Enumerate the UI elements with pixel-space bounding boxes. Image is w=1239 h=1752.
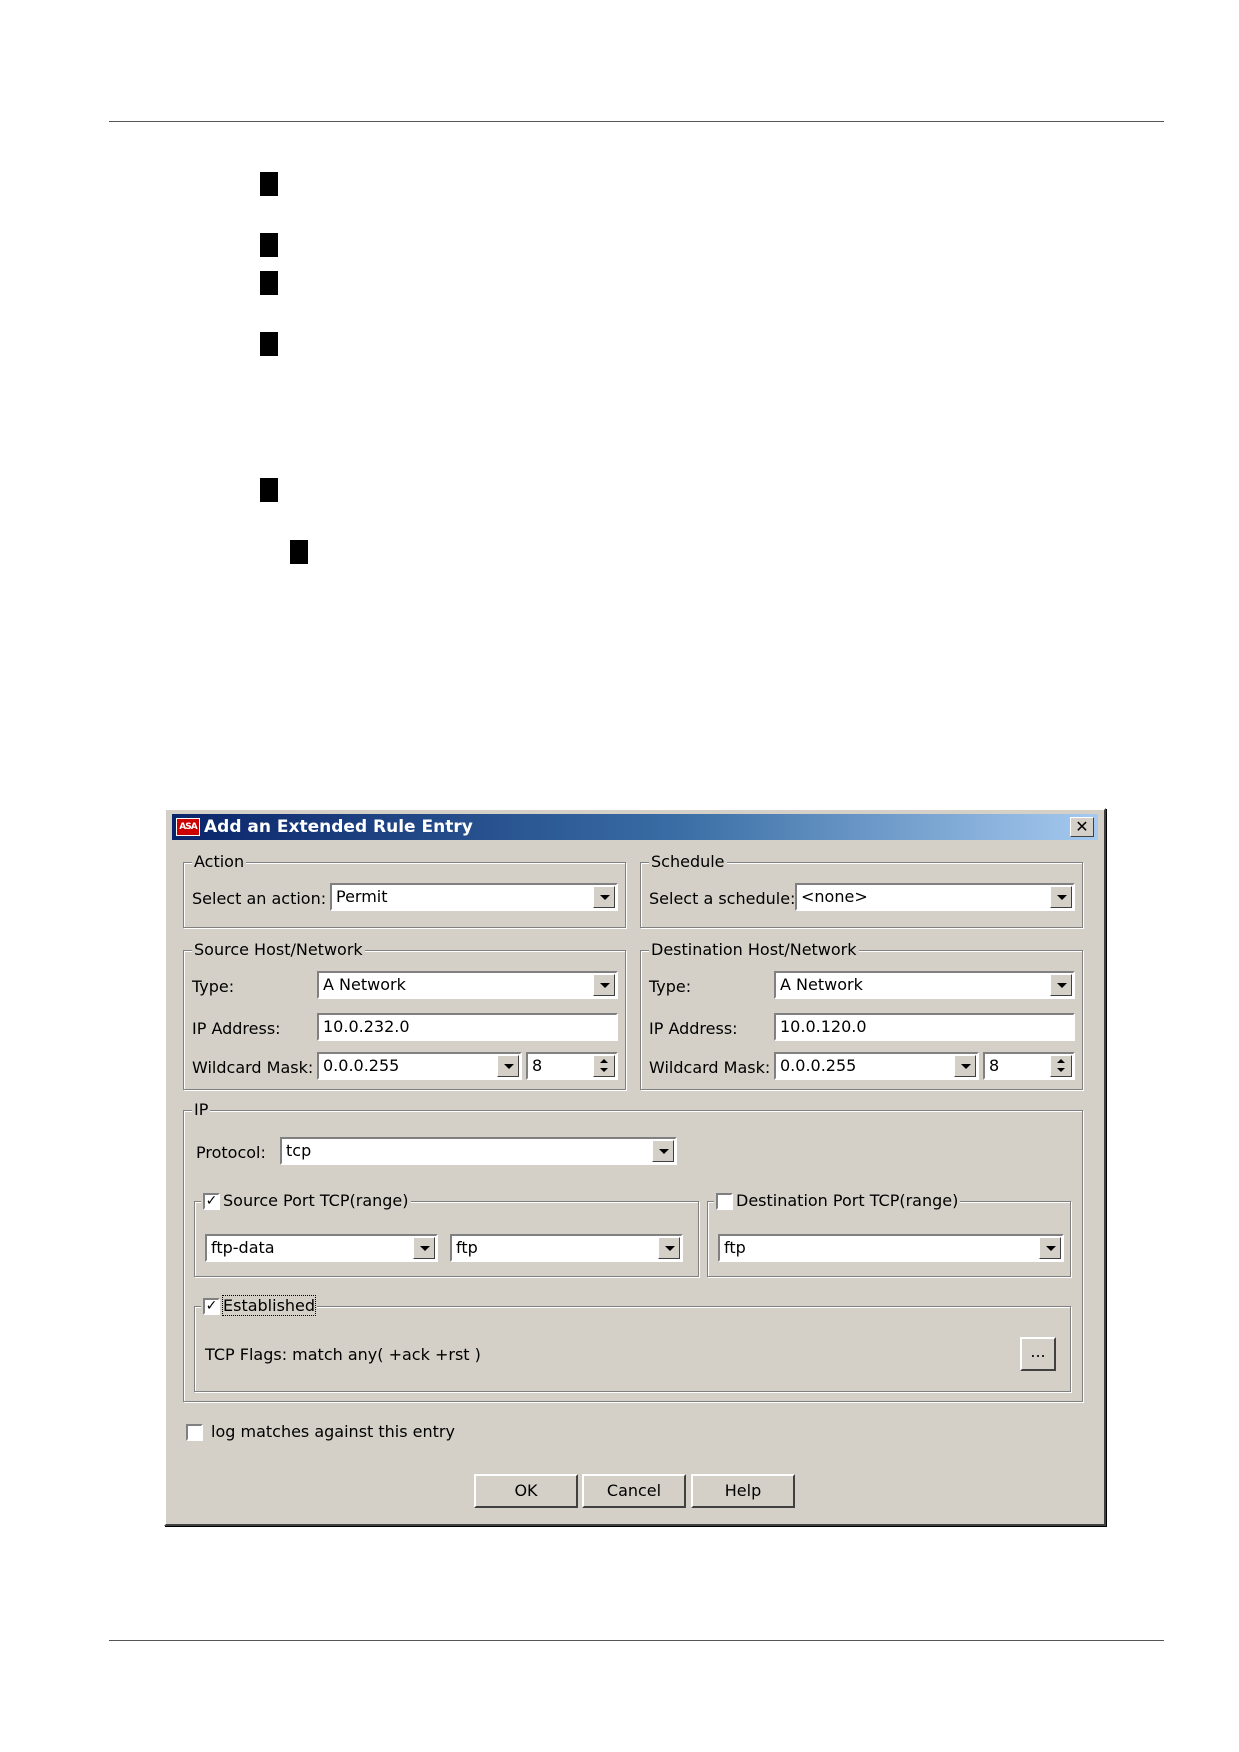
schedule-value: <none> bbox=[801, 887, 868, 906]
action-select[interactable]: Permit bbox=[330, 883, 618, 911]
established-checkbox[interactable]: ✓ bbox=[203, 1298, 220, 1315]
source-type-label: Type: bbox=[192, 977, 235, 996]
source-ip-input[interactable]: 10.0.232.0 bbox=[317, 1013, 618, 1041]
destination-port-group: Destination Port TCP(range) ftp bbox=[707, 1191, 1071, 1277]
destination-ip-label: IP Address: bbox=[649, 1019, 738, 1038]
source-port-from-select[interactable]: ftp-data bbox=[205, 1234, 438, 1262]
destination-legend: Destination Host/Network bbox=[649, 940, 859, 959]
dialog-title: Add an Extended Rule Entry bbox=[204, 817, 473, 837]
ip-group: IP Protocol: tcp ✓ Source Port TCP(range… bbox=[183, 1100, 1083, 1402]
footer-rule bbox=[109, 1640, 1164, 1641]
source-port-legend: ✓ Source Port TCP(range) bbox=[201, 1191, 411, 1210]
destination-type-value: A Network bbox=[780, 975, 863, 994]
destination-port-checkbox[interactable] bbox=[716, 1193, 733, 1210]
source-mask-label: Wildcard Mask: bbox=[192, 1058, 314, 1077]
action-group: Action Select an action: Permit bbox=[183, 852, 626, 928]
source-type-value: A Network bbox=[323, 975, 406, 994]
chevron-down-icon[interactable] bbox=[593, 974, 615, 996]
source-legend: Source Host/Network bbox=[192, 940, 365, 959]
destination-group: Destination Host/Network Type: A Network… bbox=[640, 940, 1083, 1090]
action-value: Permit bbox=[336, 887, 388, 906]
tcp-flags-text: TCP Flags: match any( +ack +rst ) bbox=[205, 1345, 481, 1364]
source-ip-label: IP Address: bbox=[192, 1019, 281, 1038]
title-bar[interactable]: ASA Add an Extended Rule Entry ✕ bbox=[172, 814, 1098, 840]
protocol-value: tcp bbox=[286, 1141, 312, 1160]
destination-ip-input[interactable]: 10.0.120.0 bbox=[774, 1013, 1075, 1041]
bullet-marker bbox=[260, 271, 278, 295]
header-rule bbox=[109, 121, 1164, 122]
bullet-marker bbox=[260, 478, 278, 502]
source-port-to-select[interactable]: ftp bbox=[450, 1234, 683, 1262]
source-group: Source Host/Network Type: A Network IP A… bbox=[183, 940, 626, 1090]
source-bits-spinner[interactable]: 8 bbox=[526, 1052, 618, 1080]
spinner-arrows-icon[interactable] bbox=[593, 1055, 615, 1077]
app-icon: ASA bbox=[176, 818, 200, 836]
destination-port-legend: Destination Port TCP(range) bbox=[714, 1191, 961, 1210]
destination-port-label: Destination Port TCP(range) bbox=[736, 1191, 959, 1210]
schedule-legend: Schedule bbox=[649, 852, 727, 871]
chevron-down-icon[interactable] bbox=[497, 1055, 519, 1077]
ok-button[interactable]: OK bbox=[474, 1474, 578, 1508]
destination-mask-value: 0.0.0.255 bbox=[780, 1056, 857, 1075]
destination-mask-select[interactable]: 0.0.0.255 bbox=[774, 1052, 979, 1080]
established-legend: ✓ Established bbox=[201, 1295, 318, 1316]
chevron-down-icon[interactable] bbox=[1050, 886, 1072, 908]
chevron-down-icon[interactable] bbox=[1039, 1237, 1061, 1259]
schedule-label: Select a schedule: bbox=[649, 889, 796, 908]
chevron-down-icon[interactable] bbox=[658, 1237, 680, 1259]
destination-type-select[interactable]: A Network bbox=[774, 971, 1075, 999]
chevron-down-icon[interactable] bbox=[413, 1237, 435, 1259]
chevron-down-icon[interactable] bbox=[1050, 974, 1072, 996]
established-label: Established bbox=[221, 1295, 317, 1316]
log-label: log matches against this entry bbox=[211, 1422, 455, 1441]
source-port-from-value: ftp-data bbox=[211, 1238, 275, 1257]
bullet-marker bbox=[290, 540, 308, 564]
source-port-group: ✓ Source Port TCP(range) ftp-data ftp bbox=[194, 1191, 699, 1277]
source-mask-select[interactable]: 0.0.0.255 bbox=[317, 1052, 522, 1080]
help-button[interactable]: Help bbox=[691, 1474, 795, 1508]
destination-bits-value: 8 bbox=[989, 1056, 1000, 1075]
source-port-to-value: ftp bbox=[456, 1238, 478, 1257]
chevron-down-icon[interactable] bbox=[954, 1055, 976, 1077]
extended-rule-dialog: ASA Add an Extended Rule Entry ✕ Action … bbox=[164, 808, 1106, 1526]
ip-legend: IP bbox=[192, 1100, 211, 1119]
chevron-down-icon[interactable] bbox=[652, 1140, 674, 1162]
schedule-group: Schedule Select a schedule: <none> bbox=[640, 852, 1083, 928]
schedule-select[interactable]: <none> bbox=[795, 883, 1075, 911]
source-port-label: Source Port TCP(range) bbox=[223, 1191, 409, 1210]
bullet-marker bbox=[260, 172, 278, 196]
established-group: ✓ Established TCP Flags: match any( +ack… bbox=[194, 1295, 1071, 1392]
protocol-label: Protocol: bbox=[196, 1143, 266, 1162]
action-label: Select an action: bbox=[192, 889, 327, 908]
close-button[interactable]: ✕ bbox=[1070, 817, 1094, 837]
bullet-marker bbox=[260, 233, 278, 257]
log-checkbox[interactable] bbox=[186, 1424, 203, 1441]
destination-mask-label: Wildcard Mask: bbox=[649, 1058, 771, 1077]
source-bits-value: 8 bbox=[532, 1056, 543, 1075]
cancel-button[interactable]: Cancel bbox=[582, 1474, 686, 1508]
destination-port-value: ftp bbox=[724, 1238, 746, 1257]
bullet-marker bbox=[260, 332, 278, 356]
destination-type-label: Type: bbox=[649, 977, 692, 996]
source-port-checkbox[interactable]: ✓ bbox=[203, 1193, 220, 1210]
source-mask-value: 0.0.0.255 bbox=[323, 1056, 400, 1075]
source-type-select[interactable]: A Network bbox=[317, 971, 618, 999]
spinner-arrows-icon[interactable] bbox=[1050, 1055, 1072, 1077]
action-legend: Action bbox=[192, 852, 247, 871]
destination-port-select[interactable]: ftp bbox=[718, 1234, 1064, 1262]
tcp-flags-button[interactable]: ... bbox=[1020, 1337, 1056, 1371]
chevron-down-icon[interactable] bbox=[593, 886, 615, 908]
destination-bits-spinner[interactable]: 8 bbox=[983, 1052, 1075, 1080]
protocol-select[interactable]: tcp bbox=[280, 1137, 677, 1165]
